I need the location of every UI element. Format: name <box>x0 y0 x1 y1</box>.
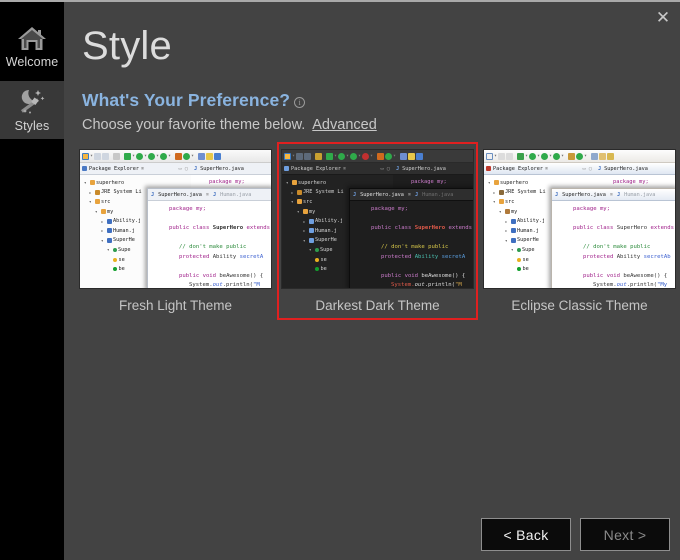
info-icon[interactable]: i <box>294 97 306 108</box>
magic-wand-icon <box>16 87 48 117</box>
description-row: Choose your favorite theme below. Advanc… <box>82 117 377 133</box>
wizard-footer: < Back Next > <box>481 518 670 551</box>
theme-card-fresh-light[interactable]: ▾ ▾ ▾ ▾ ▾ ▾ Package Explorer ⌧ ▭ ▢ ▾ sup… <box>75 142 276 320</box>
theme-card-label: Eclipse Classic Theme <box>511 298 648 313</box>
package-explorer-title: Package Explorer <box>89 165 139 172</box>
subheading-row: What's Your Preference? i <box>82 90 306 111</box>
theme-card-list: ▾ ▾ ▾ ▾ ▾ ▾ Package Explorer ⌧ ▭ ▢ ▾ sup… <box>75 142 680 320</box>
sidebar-item-welcome-label: Welcome <box>5 54 59 69</box>
theme-card-eclipse-classic[interactable]: ▾ ▾ ▾ ▾ ▾ ▾ Package Explorer ⌧ ▭ ▢ ▾ sup… <box>479 142 680 320</box>
theme-card-label: Darkest Dark Theme <box>315 298 440 313</box>
sidebar: Welcome Styles <box>0 2 64 560</box>
description-text: Choose your favorite theme below. <box>82 117 306 133</box>
advanced-link[interactable]: Advanced <box>312 117 377 133</box>
subheading: What's Your Preference? <box>82 90 291 110</box>
page-title: Style <box>82 24 172 68</box>
next-button[interactable]: Next > <box>580 518 670 551</box>
editor-window: J SuperHero.java ⌧ J Human.java package … <box>147 188 271 288</box>
sidebar-item-styles-label: Styles <box>14 119 50 133</box>
editor-window: J SuperHero.java ⌧ J Human.java package … <box>349 188 473 288</box>
home-icon <box>16 23 48 53</box>
theme-thumbnail-fresh-light: ▾ ▾ ▾ ▾ ▾ ▾ Package Explorer ⌧ ▭ ▢ ▾ sup… <box>79 149 272 289</box>
sidebar-item-styles[interactable]: Styles <box>0 81 64 139</box>
close-icon[interactable]: ✕ <box>652 6 674 28</box>
sidebar-item-welcome[interactable]: Welcome <box>0 2 64 81</box>
theme-thumbnail-darkest-dark: ▾ ▾ ▾ ▾ ▾ ▾ Package Explorer ⌧ ▭ ▢ ▾ sup… <box>281 149 474 289</box>
welcome-wizard-window: Welcome Styles ✕ Style What's Your Prefe… <box>0 0 680 560</box>
theme-thumbnail-eclipse-classic: ▾ ▾ ▾ ▾ ▾ ▾ Package Explorer ⌧ ▭ ▢ ▾ sup… <box>483 149 676 289</box>
back-button[interactable]: < Back <box>481 518 571 551</box>
editor-window: J SuperHero.java ⌧ J Human.java package … <box>551 188 675 288</box>
theme-card-darkest-dark[interactable]: ▾ ▾ ▾ ▾ ▾ ▾ Package Explorer ⌧ ▭ ▢ ▾ sup… <box>277 142 478 320</box>
content-area: ✕ Style What's Your Preference? i Choose… <box>64 2 680 560</box>
theme-card-label: Fresh Light Theme <box>118 298 233 313</box>
